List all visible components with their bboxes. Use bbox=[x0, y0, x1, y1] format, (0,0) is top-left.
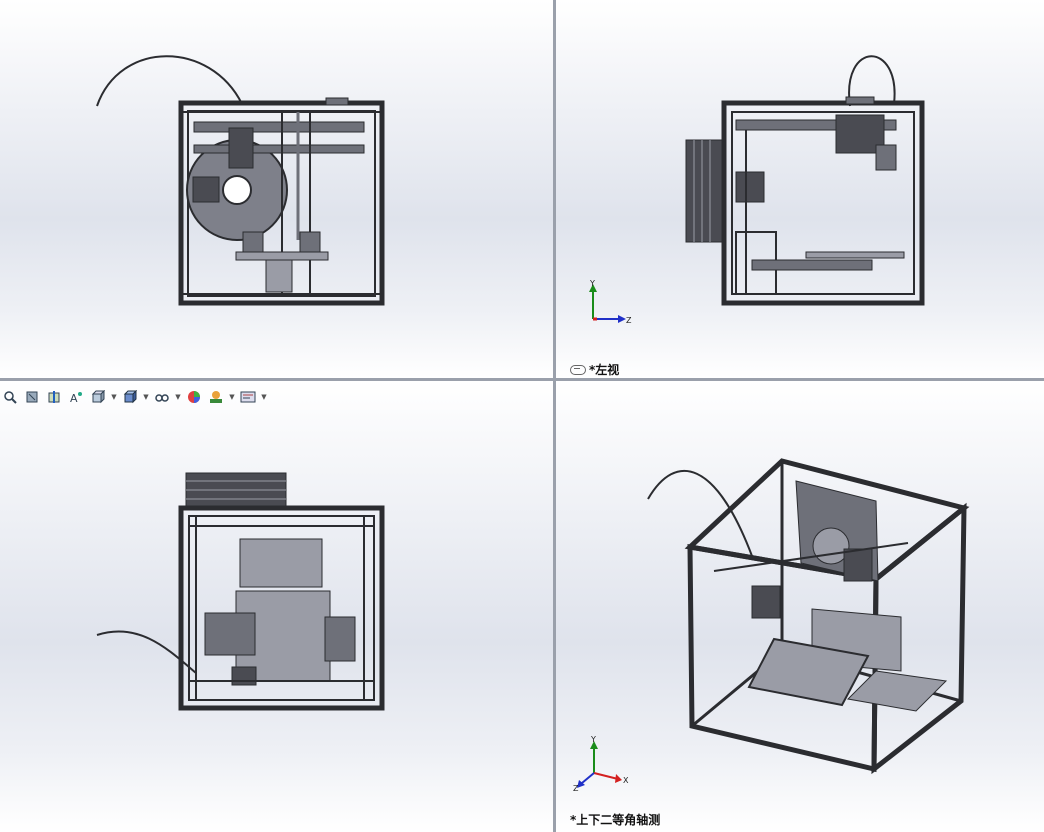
front-view-model bbox=[96, 55, 385, 306]
view-label-text: *左视 bbox=[589, 363, 620, 377]
viewport-top-left[interactable] bbox=[0, 0, 553, 378]
view-label-text: *上下二等角轴测 bbox=[570, 813, 661, 827]
coordinate-triad: Y Z bbox=[589, 279, 632, 325]
viewport-splitter-horizontal[interactable] bbox=[0, 378, 1044, 381]
viewport-splitter-vertical[interactable] bbox=[553, 0, 556, 832]
cad-graphics-area: Y Z *左视 A ▼ ▼ ▼ ▼ ▼ Y X Z *上下二等角轴测 bbox=[0, 0, 1044, 832]
view-label-isometric: *上下二等角轴测 bbox=[570, 811, 660, 828]
triad-z-label: Z bbox=[626, 316, 632, 325]
triad-z-label-iso: Z bbox=[573, 784, 579, 793]
viewport-bottom-right[interactable]: Y X Z *上下二等角轴测 bbox=[556, 381, 1044, 832]
link-view-icon[interactable] bbox=[570, 364, 586, 375]
triad-y-label-iso: Y bbox=[590, 735, 596, 744]
viewport-bottom-left[interactable]: A ▼ ▼ ▼ ▼ ▼ bbox=[0, 381, 553, 832]
triad-x-label-iso: X bbox=[623, 776, 629, 785]
view-label-left: *左视 bbox=[570, 361, 619, 378]
coordinate-triad-iso: Y X Z bbox=[573, 735, 629, 793]
top-view-model bbox=[96, 472, 385, 711]
triad-y-label: Y bbox=[589, 279, 595, 288]
viewport-top-right[interactable]: Y Z *左视 bbox=[556, 0, 1044, 378]
